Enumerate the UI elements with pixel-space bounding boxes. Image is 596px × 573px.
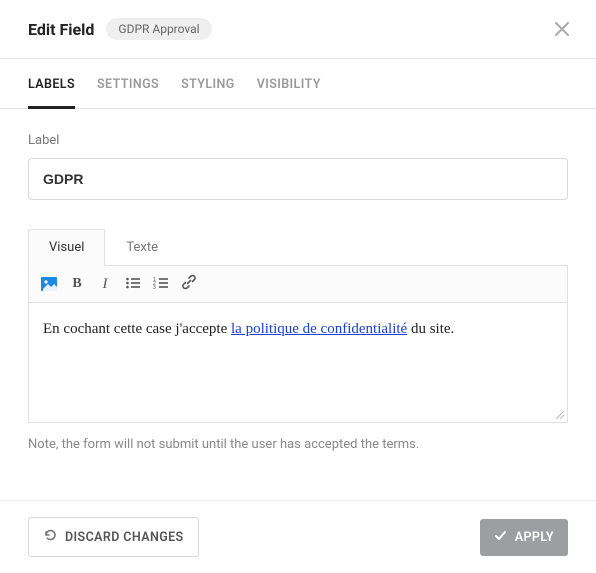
discard-label: DISCARD CHANGES — [65, 530, 184, 545]
label-input[interactable] — [28, 158, 568, 200]
helper-note: Note, the form will not submit until the… — [28, 437, 568, 452]
editor-toolbar: B I 123 — [28, 265, 568, 303]
bold-button[interactable]: B — [65, 272, 89, 296]
panel-body: Label Visuel Texte B I — [0, 109, 596, 462]
tab-styling[interactable]: STYLING — [181, 59, 235, 108]
ordered-list-icon: 123 — [153, 275, 169, 294]
check-icon — [494, 529, 507, 546]
link-icon — [181, 274, 197, 294]
section-tabs: LABELS SETTINGS STYLING VISIBILITY — [0, 59, 596, 109]
media-button[interactable] — [37, 272, 61, 296]
ordered-list-button[interactable]: 123 — [149, 272, 173, 296]
close-icon — [555, 20, 569, 41]
rich-editor: Visuel Texte B I 123 — [28, 228, 568, 423]
editor-mode-tabs: Visuel Texte — [28, 228, 568, 265]
dialog-footer: DISCARD CHANGES APPLY — [0, 500, 596, 573]
unordered-list-icon — [125, 275, 141, 294]
apply-label: APPLY — [515, 530, 554, 545]
dialog-header: Edit Field GDPR Approval — [0, 0, 596, 58]
svg-text:3: 3 — [153, 285, 156, 290]
field-type-badge: GDPR Approval — [106, 18, 211, 40]
tab-labels[interactable]: LABELS — [28, 59, 75, 108]
bold-icon: B — [72, 276, 81, 292]
media-icon — [41, 277, 57, 291]
italic-button[interactable]: I — [93, 272, 117, 296]
editor-content[interactable]: En cochant cette case j'accepte la polit… — [28, 303, 568, 423]
link-button[interactable] — [177, 272, 201, 296]
unordered-list-button[interactable] — [121, 272, 145, 296]
page-title: Edit Field — [28, 20, 94, 39]
apply-button[interactable]: APPLY — [480, 519, 568, 556]
editor-tab-visual[interactable]: Visuel — [28, 229, 105, 266]
close-button[interactable] — [550, 18, 574, 42]
editor-tab-text[interactable]: Texte — [105, 229, 179, 266]
svg-text:2: 2 — [153, 281, 156, 287]
undo-icon — [43, 528, 57, 546]
italic-icon: I — [103, 276, 108, 293]
tab-visibility[interactable]: VISIBILITY — [257, 59, 321, 108]
tab-settings[interactable]: SETTINGS — [97, 59, 159, 108]
editor-text-prefix: En cochant cette case j'accepte — [43, 321, 231, 337]
privacy-policy-link[interactable]: la politique de confidentialité — [231, 321, 407, 337]
label-caption: Label — [28, 133, 568, 148]
editor-text-suffix: du site. — [407, 321, 454, 337]
resize-handle[interactable] — [553, 408, 565, 420]
svg-text:1: 1 — [153, 277, 156, 283]
discard-button[interactable]: DISCARD CHANGES — [28, 517, 199, 557]
